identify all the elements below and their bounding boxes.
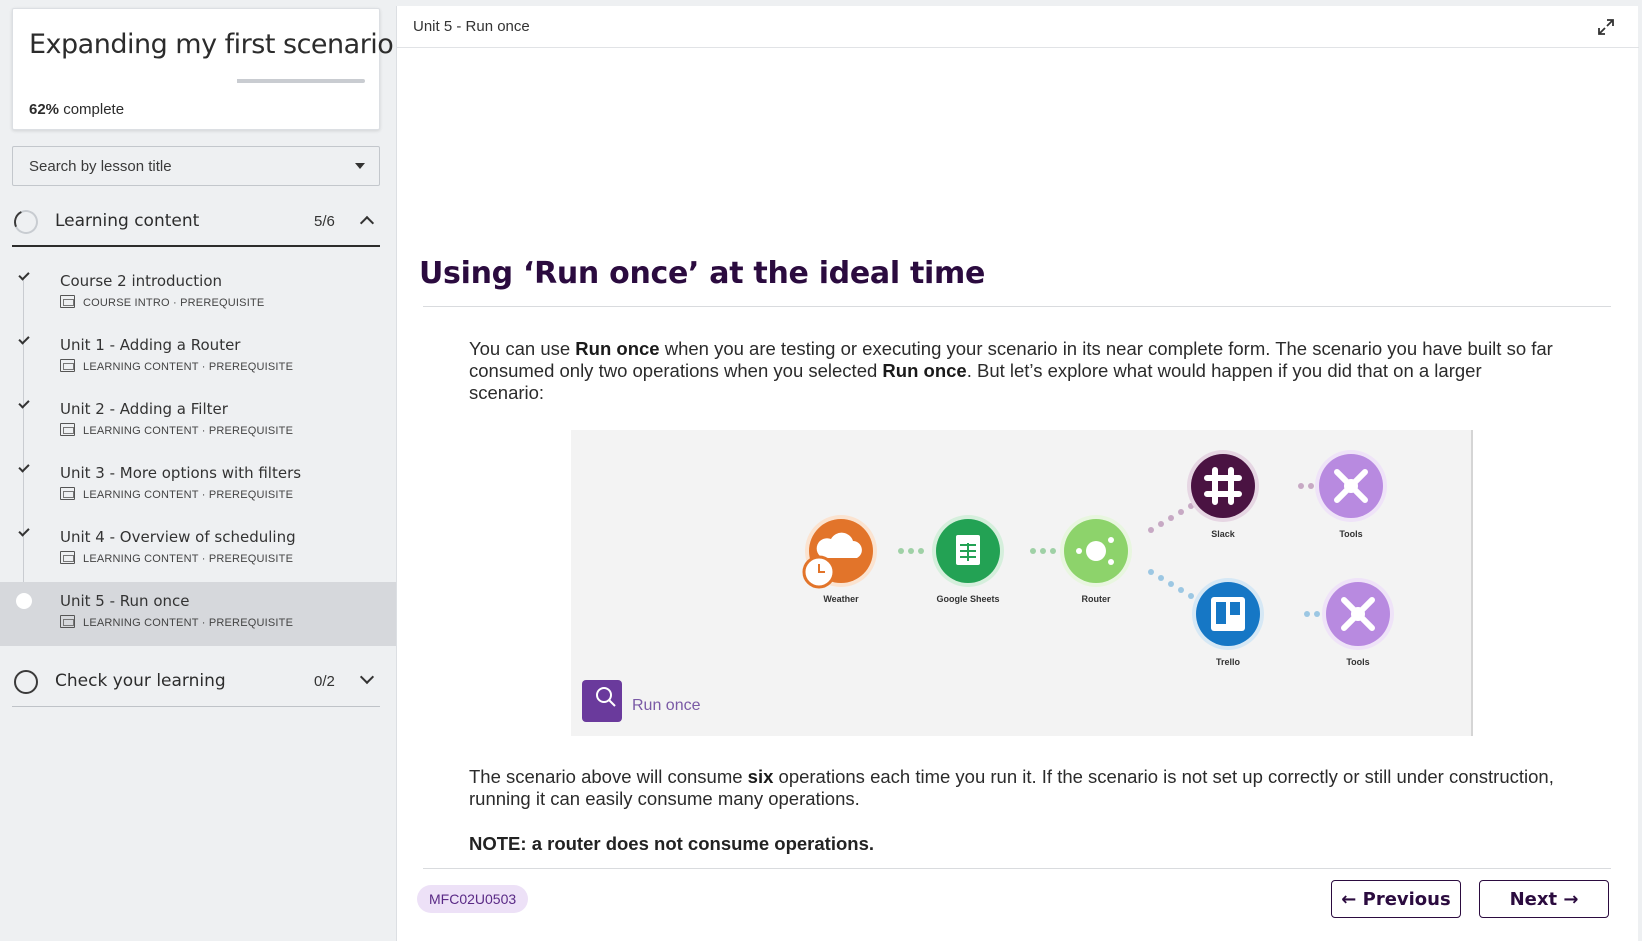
text-run: You can use (469, 338, 576, 359)
check-icon (18, 269, 30, 281)
section-learning-content[interactable]: Learning content 5/6 (10, 198, 380, 247)
lesson-meta: COURSE INTRO · PREREQUISITE (83, 297, 265, 309)
lesson-list: Course 2 introduction COURSE INTRO · PRE… (0, 262, 396, 646)
course-progress-fill (237, 79, 317, 83)
lesson-topbar: Unit 5 - Run once (397, 6, 1639, 48)
check-icon (18, 461, 30, 473)
section-label: Check your learning (55, 671, 226, 691)
lesson-title: Unit 3 - More options with filters (60, 464, 302, 482)
section-label: Learning content (55, 211, 200, 231)
lesson-title: Unit 4 - Overview of scheduling (60, 528, 296, 546)
intro-paragraph: You can use Run once when you are testin… (469, 338, 1559, 404)
lesson-item-unit-2[interactable]: Unit 2 - Adding a Filter LEARNING CONTEN… (0, 390, 396, 454)
slides-icon (60, 423, 75, 436)
scenario-diagram-svg: Weather Google Sheets Router Slack Tools… (582, 450, 1394, 722)
module-label: Slack (1211, 529, 1236, 539)
module-label: Tools (1346, 657, 1369, 667)
slides-icon (60, 359, 75, 372)
check-icon (18, 397, 30, 409)
next-button[interactable]: Next → (1479, 880, 1609, 918)
consumption-paragraph: The scenario above will consume six oper… (469, 766, 1559, 810)
progress-percent: 62% (29, 101, 60, 118)
google-sheets-module: Google Sheets (932, 515, 1004, 604)
lesson-meta: LEARNING CONTENT · PREREQUISITE (83, 361, 294, 373)
breadcrumb: Unit 5 - Run once (413, 18, 530, 35)
section-divider (12, 245, 380, 247)
current-lesson-dot-icon (16, 593, 32, 609)
run-once-button[interactable]: Run once (582, 680, 701, 722)
module-label: Trello (1216, 657, 1241, 667)
heading-divider (423, 306, 1611, 307)
module-label: Weather (823, 594, 859, 604)
module-label: Router (1082, 594, 1111, 604)
check-icon (18, 525, 30, 537)
router-note: NOTE: a router does not consume operatio… (469, 833, 874, 854)
progress-suffix: complete (59, 101, 125, 118)
chevron-up-icon[interactable] (359, 215, 375, 231)
lesson-title: Course 2 introduction (60, 272, 223, 290)
section-count: 5/6 (314, 213, 335, 230)
course-progress-bar (237, 79, 365, 83)
section-check-your-learning[interactable]: Check your learning 0/2 (12, 658, 380, 707)
lesson-title: Unit 5 - Run once (60, 592, 190, 610)
lesson-code-badge: MFC02U0503 (417, 885, 529, 913)
slides-icon (60, 551, 75, 564)
lesson-item-unit-4[interactable]: Unit 4 - Overview of scheduling LEARNING… (0, 518, 396, 582)
section-count: 0/2 (314, 673, 335, 690)
course-summary-card: Expanding my first scenario 62% complete (12, 8, 394, 130)
text-run-bold: six (747, 766, 774, 787)
fullscreen-expand-icon[interactable] (1597, 18, 1615, 36)
tools-module-top: Tools (1315, 450, 1387, 539)
module-label: Tools (1339, 529, 1362, 539)
course-sidebar: Expanding my first scenario 62% complete… (0, 0, 396, 941)
section-progress-ring-icon (10, 206, 42, 238)
chevron-down-icon[interactable] (359, 669, 375, 685)
lesson-meta: LEARNING CONTENT · PREREQUISITE (83, 425, 294, 437)
weather-module: Weather (802, 515, 877, 604)
module-label: Google Sheets (936, 594, 999, 604)
lesson-search-select[interactable]: Search by lesson title (12, 146, 380, 186)
trello-module: Trello (1192, 578, 1264, 667)
lesson-item-unit-3[interactable]: Unit 3 - More options with filters LEARN… (0, 454, 396, 518)
document-icon (60, 295, 75, 308)
slides-icon (60, 487, 75, 500)
lesson-title: Unit 2 - Adding a Filter (60, 400, 228, 418)
tools-module-bottom: Tools (1322, 578, 1394, 667)
lesson-content-panel: Unit 5 - Run once Using ‘Run once’ at th… (396, 6, 1639, 941)
footer-divider (423, 868, 1611, 869)
lesson-meta: LEARNING CONTENT · PREREQUISITE (83, 617, 294, 629)
check-icon (18, 333, 30, 345)
text-run: The scenario above will consume (469, 766, 748, 787)
course-title: Expanding my first scenario (29, 29, 394, 60)
run-once-label: Run once (632, 697, 701, 714)
previous-button[interactable]: ← Previous (1331, 880, 1461, 918)
slides-icon (60, 615, 75, 628)
section-progress-ring-icon (14, 670, 38, 694)
lesson-meta: LEARNING CONTENT · PREREQUISITE (83, 489, 294, 501)
lesson-meta: LEARNING CONTENT · PREREQUISITE (83, 553, 294, 565)
router-module: Router (1060, 515, 1132, 604)
text-run-bold: Run once (575, 338, 660, 359)
section-divider (12, 706, 380, 707)
caret-down-icon (355, 163, 365, 169)
lesson-item-course-intro[interactable]: Course 2 introduction COURSE INTRO · PRE… (0, 262, 396, 326)
search-placeholder: Search by lesson title (29, 158, 172, 175)
lesson-heading: Using ‘Run once’ at the ideal time (419, 256, 985, 291)
progress-text: 62% complete (29, 101, 124, 118)
lesson-item-unit-1[interactable]: Unit 1 - Adding a Router LEARNING CONTEN… (0, 326, 396, 390)
lesson-item-unit-5-current[interactable]: Unit 5 - Run once LEARNING CONTENT · PRE… (0, 582, 396, 646)
slack-module: Slack (1187, 450, 1259, 539)
text-run-bold: Run once (882, 360, 967, 381)
lesson-title: Unit 1 - Adding a Router (60, 336, 241, 354)
scenario-diagram: Weather Google Sheets Router Slack Tools… (571, 430, 1473, 736)
